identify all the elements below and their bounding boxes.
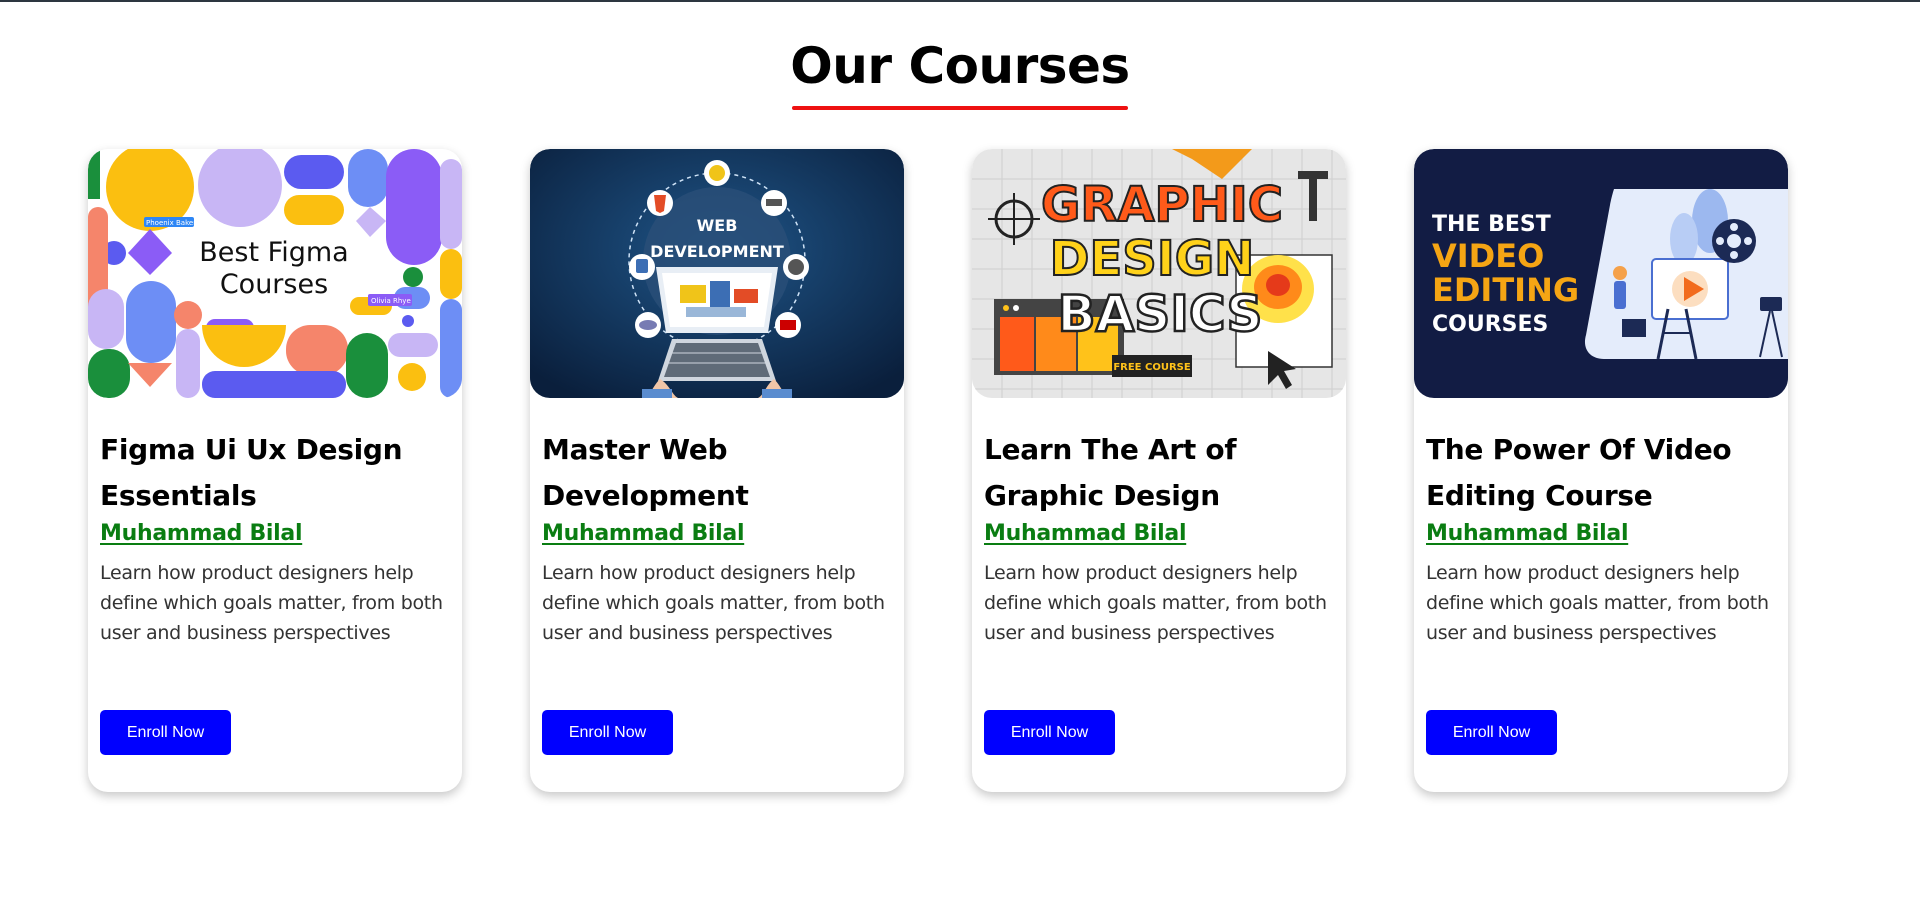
course-card: WEB DEVELOPMENT Master Web Development M… bbox=[530, 149, 904, 792]
course-description: Learn how product designers help define … bbox=[1426, 562, 1769, 644]
course-title: The Power Of Video Editing Course bbox=[1426, 433, 1732, 512]
top-border bbox=[0, 0, 1920, 2]
thumb-text-4: FREE COURSE bbox=[1113, 362, 1191, 373]
thumb-text-4: COURSES bbox=[1432, 312, 1548, 337]
course-thumbnail: THE BEST VIDEO EDITING COURSES bbox=[1414, 149, 1788, 398]
course-description: Learn how product designers help define … bbox=[984, 562, 1327, 644]
thumb-text-3: BASICS bbox=[1057, 285, 1262, 343]
title-underline bbox=[792, 106, 1128, 110]
thumb-text-1: WEB bbox=[697, 216, 738, 235]
section-header: Our Courses bbox=[0, 34, 1920, 98]
thumb-text-1: GRAPHIC bbox=[1041, 177, 1283, 233]
author-link[interactable]: Muhammad Bilal bbox=[984, 521, 1187, 546]
thumb-text-1: THE BEST bbox=[1432, 212, 1551, 237]
course-thumbnail: Phoenix Baker Olivia Rhye Best Figma Cou… bbox=[88, 149, 462, 398]
course-title: Learn The Art of Graphic Design bbox=[984, 433, 1237, 512]
course-title: Master Web Development bbox=[542, 433, 749, 512]
enroll-button[interactable]: Enroll Now bbox=[542, 710, 673, 755]
course-thumbnail: FREE COURSE GRAPHIC DESIGN BASICS bbox=[972, 149, 1346, 398]
course-card: Phoenix Baker Olivia Rhye Best Figma Cou… bbox=[88, 149, 462, 792]
course-card: FREE COURSE GRAPHIC DESIGN BASICS Learn … bbox=[972, 149, 1346, 792]
thumb-text-2: DESIGN bbox=[1050, 231, 1255, 287]
page-title: Our Courses bbox=[790, 37, 1130, 95]
enroll-button[interactable]: Enroll Now bbox=[984, 710, 1115, 755]
author-link[interactable]: Muhammad Bilal bbox=[542, 521, 745, 546]
thumb-tag-2: Olivia Rhye bbox=[371, 297, 411, 305]
thumb-text-2: DEVELOPMENT bbox=[650, 242, 784, 261]
thumb-text-2: Courses bbox=[220, 269, 328, 300]
course-title: Figma Ui Ux Design Essentials bbox=[100, 433, 403, 512]
enroll-button[interactable]: Enroll Now bbox=[1426, 710, 1557, 755]
course-description: Learn how product designers help define … bbox=[542, 562, 885, 644]
course-description: Learn how product designers help define … bbox=[100, 562, 443, 644]
keyboard-icon bbox=[658, 339, 776, 381]
thumb-tag-1: Phoenix Baker bbox=[146, 219, 196, 227]
film-reel-icon bbox=[1712, 219, 1756, 263]
thumb-text-3: EDITING bbox=[1432, 271, 1579, 309]
thumb-text-1: Best Figma bbox=[199, 237, 348, 268]
thumb-text-2: VIDEO bbox=[1432, 237, 1544, 275]
author-link[interactable]: Muhammad Bilal bbox=[1426, 521, 1629, 546]
author-link[interactable]: Muhammad Bilal bbox=[100, 521, 303, 546]
course-thumbnail: WEB DEVELOPMENT bbox=[530, 149, 904, 398]
enroll-button[interactable]: Enroll Now bbox=[100, 710, 231, 755]
course-card: THE BEST VIDEO EDITING COURSES The Power… bbox=[1414, 149, 1788, 792]
